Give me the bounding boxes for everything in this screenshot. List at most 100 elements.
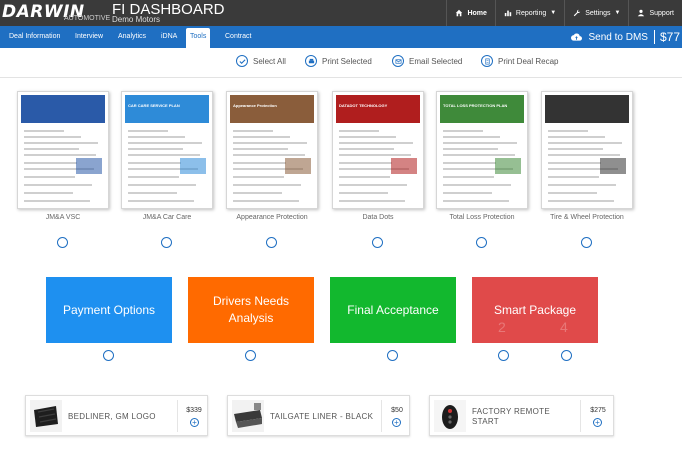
brochure-text-line — [339, 130, 379, 132]
brochure-text-line — [339, 154, 411, 156]
tab-deal-information[interactable]: Deal Information — [5, 26, 64, 48]
check-icon — [236, 55, 248, 67]
brochure-text-line — [339, 200, 405, 202]
select-all-label: Select All — [253, 56, 286, 66]
brochure-text-line — [339, 176, 390, 178]
brochure-thumbnail[interactable]: TOTAL LOSS PROTECTION PLAN — [436, 91, 528, 209]
brochure-text-line — [128, 162, 181, 164]
nav-settings-label: Settings — [585, 9, 611, 17]
select-all-button[interactable]: Select All — [236, 55, 286, 67]
smart-package-badge-left: 2 — [498, 319, 506, 335]
print-selected-button[interactable]: Print Selected — [305, 55, 372, 67]
brochure-thumbnail[interactable] — [17, 91, 109, 209]
brochure-label: Data Dots — [362, 214, 394, 221]
payment-options-radio[interactable] — [103, 350, 114, 361]
brochure-label: JM&A Car Care — [142, 214, 192, 221]
tab-tools[interactable]: Tools — [186, 28, 211, 48]
brochure-select-radio[interactable] — [476, 237, 487, 248]
brochure-thumbnail[interactable]: CAR CARE SERVICE PLAN — [121, 91, 213, 209]
brochure-text-line — [339, 136, 396, 138]
payment-options-button[interactable]: Payment Options — [46, 277, 172, 343]
brochure-text-line — [128, 148, 183, 150]
brochure-thumbnail[interactable] — [541, 91, 633, 209]
brochure-hero-title: CAR CARE SERVICE PLAN — [128, 103, 180, 108]
document-icon — [481, 55, 493, 67]
brochure-hero-image — [440, 95, 524, 123]
brochure-text-line — [548, 176, 599, 178]
brochure-hero-title: TOTAL LOSS PROTECTION PLAN — [443, 103, 508, 108]
smart-package-button[interactable]: Smart Package 2 4 — [472, 277, 598, 343]
print-deal-recap-label: Print Deal Recap — [498, 56, 559, 66]
smart-package-radio-a[interactable] — [498, 350, 509, 361]
brochure-text-line — [548, 130, 588, 132]
brochure-text-line — [233, 136, 290, 138]
toolbar-divider — [0, 77, 682, 78]
brochure-text-line — [443, 154, 515, 156]
brochure-text-line — [443, 148, 498, 150]
accessory-card-bedliner[interactable]: BEDLINER, GM LOGO $339 + — [25, 395, 208, 436]
brochure-text-line — [24, 130, 64, 132]
add-accessory-icon[interactable]: + — [190, 418, 199, 427]
logo-subtext: AUTOMOTIVE — [64, 15, 111, 22]
tab-analytics[interactable]: Analytics — [114, 26, 150, 48]
brochure-select-radio[interactable] — [57, 237, 68, 248]
brochure-text-line — [443, 130, 483, 132]
card-divider — [381, 400, 382, 432]
send-to-dms-label: Send to DMS — [588, 31, 648, 43]
brochure-thumbnail[interactable]: Appearance Protection — [226, 91, 318, 209]
brochure-text-line — [233, 200, 299, 202]
tab-bar: Deal Information Interview Analytics iDN… — [0, 26, 682, 48]
add-accessory-icon[interactable]: + — [392, 418, 401, 427]
brochure-text-line — [443, 192, 492, 194]
send-to-dms-button[interactable]: Send to DMS $77 — [571, 26, 682, 48]
nav-support-label: Support — [649, 9, 674, 17]
nav-settings[interactable]: Settings ▼ — [564, 0, 628, 26]
final-acceptance-button[interactable]: Final Acceptance — [330, 277, 456, 343]
brochure-select-radio[interactable] — [266, 237, 277, 248]
tab-interview[interactable]: Interview — [71, 26, 107, 48]
brochure-text-line — [443, 176, 494, 178]
brochure-select-radio[interactable] — [161, 237, 172, 248]
accessory-price: $275 — [590, 407, 606, 414]
brochure-thumbnail[interactable]: DATADOT TECHNOLOGY — [332, 91, 424, 209]
smart-package-label: Smart Package — [493, 302, 577, 317]
brochure-text-line — [548, 148, 603, 150]
email-selected-button[interactable]: Email Selected — [392, 55, 462, 67]
brochure-text-line — [443, 142, 517, 144]
nav-reporting[interactable]: Reporting ▼ — [494, 0, 564, 26]
dealer-name: Demo Motors — [112, 15, 161, 24]
brochure-text-line — [24, 184, 92, 186]
accessory-card-remote-start[interactable]: FACTORY REMOTE START $275 + — [429, 395, 614, 436]
nav-home[interactable]: Home — [446, 0, 494, 26]
top-nav: Home Reporting ▼ Settings ▼ Support — [446, 0, 682, 26]
brochure-text-line — [233, 184, 301, 186]
brochure-text-line — [339, 148, 394, 150]
brochure-select-radio[interactable] — [372, 237, 383, 248]
brochure-text-line — [24, 136, 81, 138]
final-acceptance-radio[interactable] — [387, 350, 398, 361]
print-deal-recap-button[interactable]: Print Deal Recap — [481, 55, 558, 67]
drivers-needs-analysis-radio[interactable] — [245, 350, 256, 361]
nav-support[interactable]: Support — [628, 0, 682, 26]
tab-contract[interactable]: Contract — [221, 26, 255, 48]
accessory-name: TAILGATE LINER - BLACK — [270, 412, 374, 421]
brochure-text-line — [24, 192, 73, 194]
brochure-text-line — [24, 176, 75, 178]
brochure-text-line — [128, 184, 196, 186]
brochure-label: Tire & Wheel Protection — [550, 214, 624, 221]
brochure-text-line — [24, 148, 79, 150]
accessory-card-tailgate-liner[interactable]: TAILGATE LINER - BLACK $50 + — [227, 395, 410, 436]
brochure-text-line — [339, 192, 388, 194]
add-accessory-icon[interactable]: + — [593, 418, 602, 427]
tab-idna[interactable]: iDNA — [157, 26, 181, 48]
brochure-text-line — [128, 176, 179, 178]
brochure-photo — [495, 158, 521, 174]
deal-amount: $77 — [653, 30, 680, 44]
brochure-text-line — [128, 142, 202, 144]
brochure-select-radio[interactable] — [581, 237, 592, 248]
bar-chart-icon — [504, 10, 512, 17]
smart-package-radio-b[interactable] — [561, 350, 572, 361]
brochure-hero-image — [230, 95, 314, 123]
drivers-needs-analysis-button[interactable]: Drivers Needs Analysis — [188, 277, 314, 343]
payment-options-label: Payment Options — [62, 302, 156, 317]
